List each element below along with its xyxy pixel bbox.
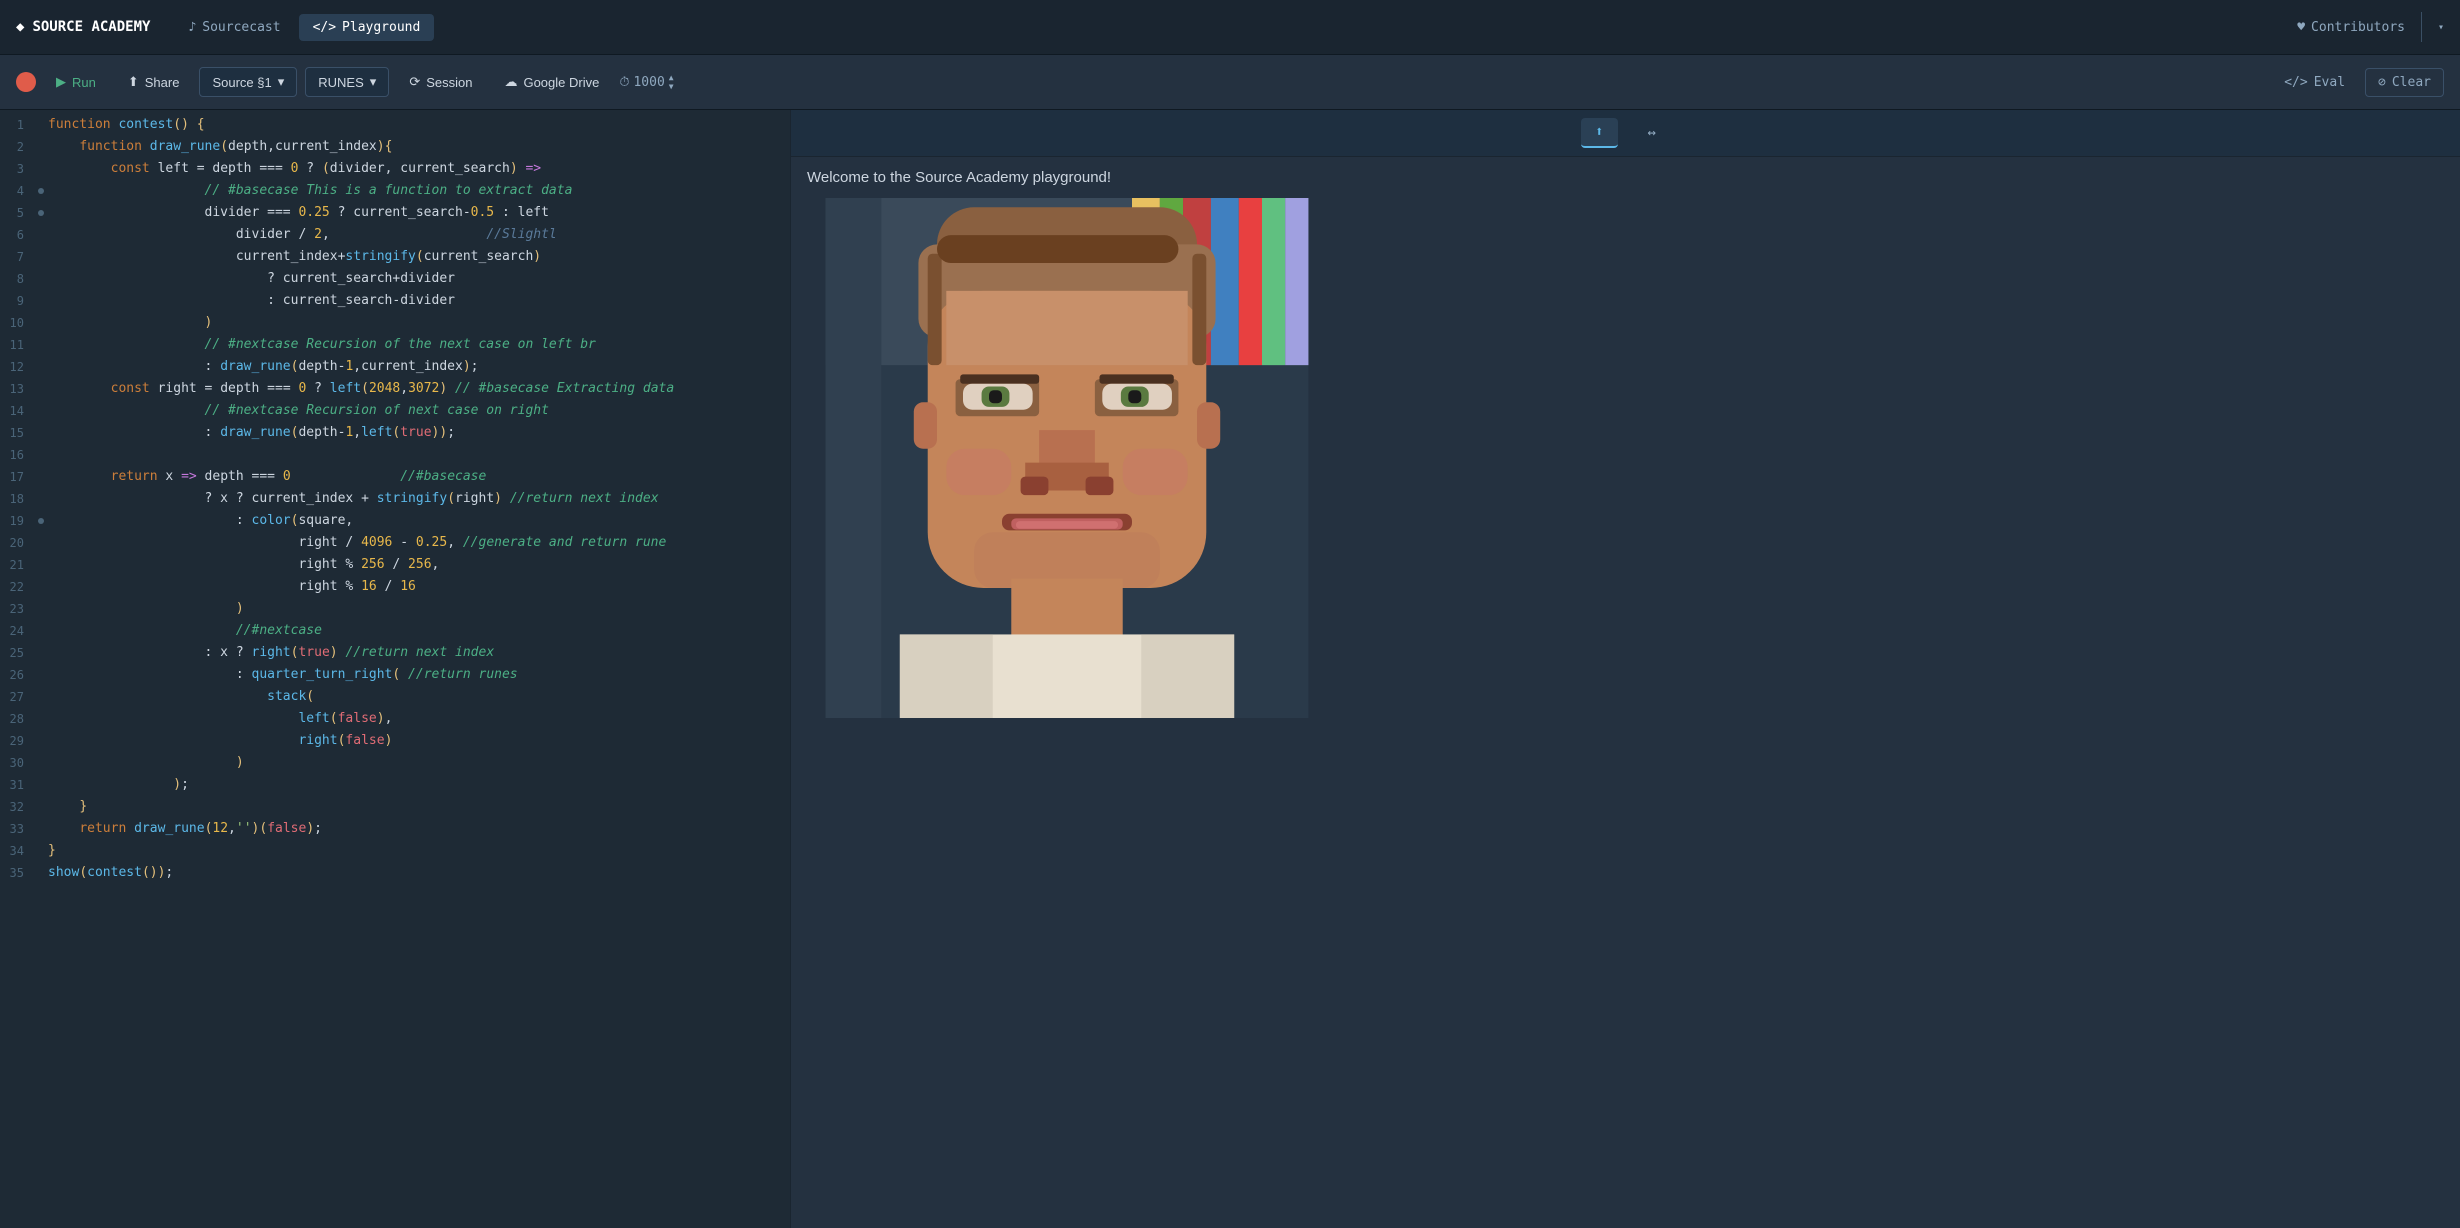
link-icon: ↔ [1648, 125, 1656, 141]
right-panel-content: Welcome to the Source Academy playground… [791, 157, 2460, 1228]
code-line: 21 right % 256 / 256, [0, 554, 790, 576]
source-dropdown-icon: ▾ [278, 74, 285, 90]
code-line: 11 // #nextcase Recursion of the next ca… [0, 334, 790, 356]
nav-tabs: ♪ Sourcecast </> Playground [174, 14, 434, 41]
code-line: 19 : color(square, [0, 510, 790, 532]
steps-value: 1000 [633, 75, 664, 90]
code-line: 27 stack( [0, 686, 790, 708]
code-line: 34 } [0, 840, 790, 862]
code-line: 3 const left = depth === 0 ? (divider, c… [0, 158, 790, 180]
code-line: 35 show(contest()); [0, 862, 790, 884]
traffic-light [16, 72, 36, 92]
steps-down-arrow[interactable]: ▼ [669, 83, 674, 91]
share-label: Share [145, 75, 180, 90]
code-line: 14 // #nextcase Recursion of next case o… [0, 400, 790, 422]
editor-panel[interactable]: 1 function contest() { 2 function draw_r… [0, 110, 790, 1228]
sourcecast-label: Sourcecast [202, 20, 280, 35]
contributors-label: Contributors [2311, 20, 2405, 35]
code-line: 13 const right = depth === 0 ? left(2048… [0, 378, 790, 400]
code-line: 1 function contest() { [0, 114, 790, 136]
session-label: Session [426, 75, 472, 90]
nav-bar: ◆ SOURCE ACADEMY ♪ Sourcecast </> Playgr… [0, 0, 2460, 55]
eval-button[interactable]: </> Eval [2272, 69, 2357, 96]
nav-right: ♥ Contributors ▾ [2297, 12, 2444, 42]
code-line: 33 return draw_rune(12,'')(false); [0, 818, 790, 840]
logo-text: SOURCE ACADEMY [32, 19, 150, 35]
source-select[interactable]: Source §1 ▾ [199, 67, 297, 97]
run-icon: ▶ [56, 74, 66, 90]
panel-tab-link[interactable]: ↔ [1634, 119, 1670, 147]
runes-select[interactable]: RUNES ▾ [305, 67, 389, 97]
panel-tab-output[interactable]: ⬆ [1581, 118, 1617, 148]
session-button[interactable]: ⟳ Session [397, 68, 484, 96]
run-button[interactable]: ▶ Run [44, 68, 108, 96]
code-line: 10 ) [0, 312, 790, 334]
code-line: 5 divider === 0.25 ? current_search-0.5 … [0, 202, 790, 224]
code-line: 23 ) [0, 598, 790, 620]
steps-counter: ⏱ 1000 ▲ ▼ [619, 74, 673, 91]
code-line: 15 : draw_rune(depth-1,left(true)); [0, 422, 790, 444]
code-area: 1 function contest() { 2 function draw_r… [0, 110, 790, 888]
clear-icon: ⊘ [2378, 75, 2386, 90]
code-line: 6 divider / 2, //Slightl [0, 224, 790, 246]
clock-icon: ⏱ [619, 75, 629, 90]
sourcecast-icon: ♪ [188, 20, 196, 35]
steps-up-arrow[interactable]: ▲ [669, 74, 674, 82]
playground-label: Playground [342, 20, 420, 35]
code-line: 18 ? x ? current_index + stringify(right… [0, 488, 790, 510]
clear-label: Clear [2392, 75, 2431, 90]
right-panel: ⬆ ↔ Welcome to the Source Academy playgr… [790, 110, 2460, 1228]
nav-divider [2421, 12, 2422, 42]
session-icon: ⟳ [409, 74, 420, 90]
face-image [807, 198, 1327, 718]
code-line: 26 : quarter_turn_right( //return runes [0, 664, 790, 686]
output-icon: ⬆ [1595, 124, 1603, 140]
eval-icon: </> [2284, 75, 2307, 90]
run-label: Run [72, 75, 96, 90]
code-line: 22 right % 16 / 16 [0, 576, 790, 598]
nav-dropdown-arrow[interactable]: ▾ [2438, 22, 2444, 33]
heart-icon: ♥ [2297, 20, 2305, 35]
runes-label: RUNES [318, 75, 364, 90]
toolbar-right: </> Eval ⊘ Clear [2272, 68, 2444, 97]
playground-icon: </> [313, 20, 336, 35]
runes-dropdown-icon: ▾ [370, 74, 377, 90]
steps-arrows[interactable]: ▲ ▼ [669, 74, 674, 91]
code-line: 2 function draw_rune(depth,current_index… [0, 136, 790, 158]
logo: ◆ SOURCE ACADEMY [16, 19, 150, 35]
tab-playground[interactable]: </> Playground [299, 14, 435, 41]
toolbar: ▶ Run ⬆ Share Source §1 ▾ RUNES ▾ ⟳ Sess… [0, 55, 2460, 110]
eval-label: Eval [2314, 75, 2345, 90]
source-label: Source §1 [212, 75, 271, 90]
right-panel-tabs: ⬆ ↔ [791, 110, 2460, 157]
code-line: 17 return x => depth === 0 //#basecase [0, 466, 790, 488]
code-line: 9 : current_search-divider [0, 290, 790, 312]
main-layout: 1 function contest() { 2 function draw_r… [0, 110, 2460, 1228]
code-line: 16 [0, 444, 790, 466]
code-line: 28 left(false), [0, 708, 790, 730]
code-line: 30 ) [0, 752, 790, 774]
welcome-text: Welcome to the Source Academy playground… [807, 169, 2444, 186]
gdrive-button[interactable]: ☁ Google Drive [492, 68, 611, 96]
code-line: 29 right(false) [0, 730, 790, 752]
code-line: 7 current_index+stringify(current_search… [0, 246, 790, 268]
diamond-icon: ◆ [16, 19, 24, 35]
code-line: 32 } [0, 796, 790, 818]
gdrive-label: Google Drive [523, 75, 599, 90]
code-line: 25 : x ? right(true) //return next index [0, 642, 790, 664]
image-display [807, 198, 1327, 718]
share-icon: ⬆ [128, 74, 139, 90]
code-line: 31 ); [0, 774, 790, 796]
code-line: 8 ? current_search+divider [0, 268, 790, 290]
code-line: 24 //#nextcase [0, 620, 790, 642]
code-line: 4 // #basecase This is a function to ext… [0, 180, 790, 202]
gdrive-icon: ☁ [504, 74, 517, 90]
contributors-button[interactable]: ♥ Contributors [2297, 20, 2405, 35]
code-line: 12 : draw_rune(depth-1,current_index); [0, 356, 790, 378]
clear-button[interactable]: ⊘ Clear [2365, 68, 2444, 97]
tab-sourcecast[interactable]: ♪ Sourcecast [174, 14, 294, 41]
code-line: 20 right / 4096 - 0.25, //generate and r… [0, 532, 790, 554]
share-button[interactable]: ⬆ Share [116, 68, 192, 96]
